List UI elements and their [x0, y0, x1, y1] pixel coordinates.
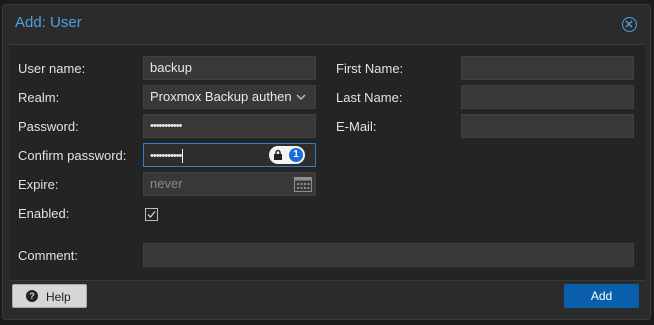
- username-input[interactable]: backup: [143, 56, 316, 80]
- help-button[interactable]: ? Help: [12, 284, 87, 308]
- comment-input[interactable]: [143, 243, 634, 267]
- enabled-checkbox[interactable]: [145, 208, 158, 221]
- first-name-input[interactable]: [461, 56, 634, 80]
- help-button-label: Help: [46, 290, 71, 304]
- email-label: E-Mail:: [336, 119, 377, 134]
- help-icon: ?: [26, 290, 38, 302]
- confirm-password-input[interactable]: ••••••••••• 1: [143, 143, 316, 167]
- calendar-icon[interactable]: [293, 175, 313, 193]
- password-input[interactable]: •••••••••••: [143, 114, 316, 138]
- last-name-input[interactable]: [461, 85, 634, 109]
- text-caret: [182, 148, 184, 163]
- confirm-password-value: •••••••••••: [150, 150, 182, 162]
- chevron-down-icon[interactable]: [292, 86, 315, 108]
- realm-label: Realm:: [18, 90, 60, 105]
- add-button[interactable]: Add: [564, 284, 639, 308]
- close-icon[interactable]: [622, 17, 637, 32]
- dialog-titlebar: Add: User: [3, 5, 650, 43]
- username-label: User name:: [18, 61, 86, 76]
- comment-label: Comment:: [18, 248, 78, 263]
- expire-label: Expire:: [18, 177, 59, 192]
- realm-select[interactable]: Proxmox Backup authen: [143, 85, 316, 109]
- password-manager-icon: 1: [289, 148, 303, 162]
- checkmark-icon: [147, 211, 156, 218]
- confirm-password-label: Confirm password:: [18, 148, 127, 163]
- email-input[interactable]: [461, 114, 634, 138]
- dialog-body: User name: backup Realm: Proxmox Backup …: [9, 44, 645, 281]
- first-name-label: First Name:: [336, 61, 404, 76]
- dialog-footer: ? Help Add: [3, 279, 650, 319]
- dialog-title: Add: User: [15, 14, 82, 31]
- add-user-dialog: Add: User User name: backup Realm: Proxm…: [2, 4, 651, 320]
- lock-icon: [274, 149, 282, 160]
- realm-value: Proxmox Backup authen: [150, 89, 292, 104]
- password-label: Password:: [18, 119, 79, 134]
- last-name-label: Last Name:: [336, 90, 403, 105]
- expire-date-input[interactable]: never: [143, 172, 316, 196]
- expire-placeholder: never: [150, 176, 183, 191]
- enabled-label: Enabled:: [18, 206, 70, 221]
- password-manager-badge[interactable]: 1: [269, 146, 305, 164]
